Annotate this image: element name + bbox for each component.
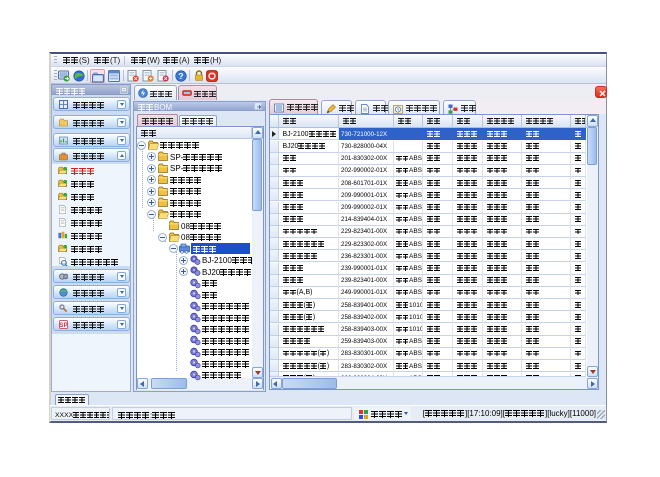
- svg-text:?: ?: [178, 71, 183, 81]
- svg-text:SP: SP: [59, 322, 68, 329]
